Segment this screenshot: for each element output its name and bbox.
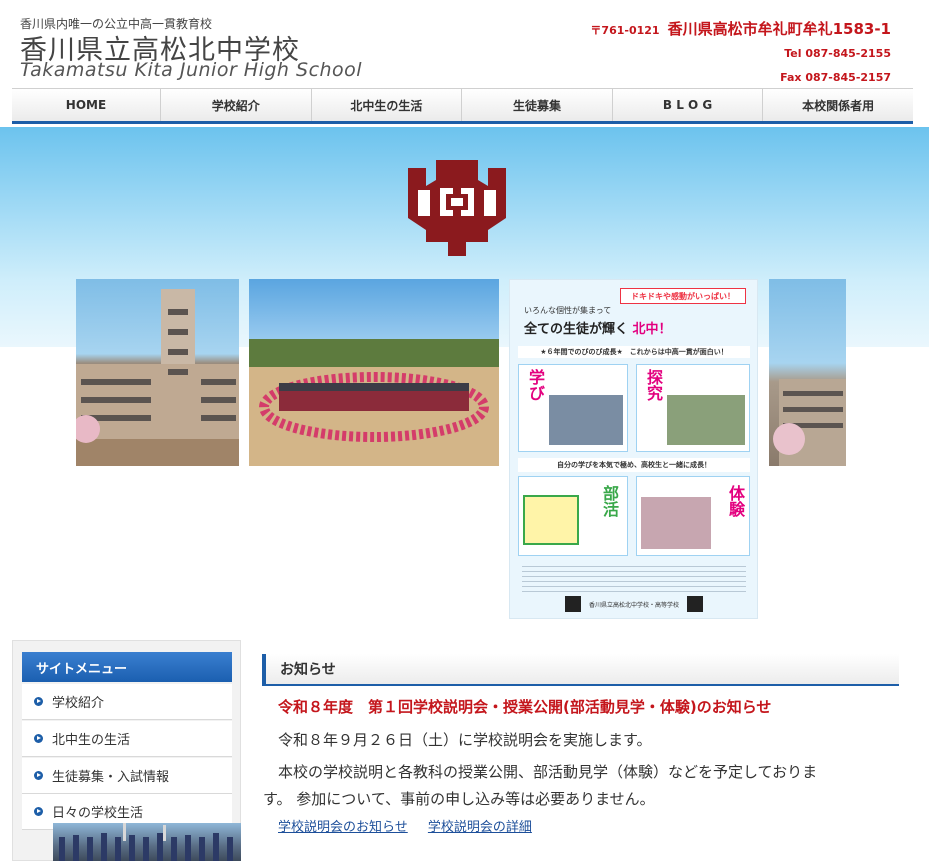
news-body-line1: 令和８年９月２６日（土）に学校説明会を実施します。: [278, 731, 652, 749]
poster-club-list: [523, 495, 579, 545]
poster-headline: 全ての生徒が輝く 北中！: [524, 318, 744, 337]
poster-box-learning: 学び: [518, 364, 628, 452]
daily-life-photo[interactable]: [53, 823, 241, 861]
news-body-line2: 本校の学校説明と各教科の授業公開、部活動見学（体験）などを予定しておりま: [278, 763, 818, 781]
arrow-bullet-icon: [34, 807, 43, 816]
address: 香川県高松市牟礼町牟礼1583-1: [667, 20, 891, 38]
poster-photo-classroom: [549, 395, 623, 445]
poster-word-experience: 体験: [726, 485, 745, 517]
news-body-line3: す。 参加について、事前の申し込み等は必要ありません。: [263, 790, 655, 808]
telephone: Tel 087-845-2155: [784, 47, 891, 60]
briefing-notice-link[interactable]: 学校説明会のお知らせ: [278, 820, 408, 835]
sidebar-item-school-intro[interactable]: 学校紹介: [22, 684, 232, 720]
arrow-bullet-icon: [34, 697, 43, 706]
sidebar-item-admissions[interactable]: 生徒募集・入試情報: [22, 758, 232, 794]
poster-photo-outdoor: [667, 395, 745, 445]
poster-mid-text: 自分の学びを本気で極め、高校生と一緒に成長！: [518, 458, 750, 472]
nav-home[interactable]: HOME: [12, 89, 161, 121]
poster-word-inquiry: 探究: [644, 369, 663, 401]
sports-field-photo: [249, 279, 499, 466]
school-name-english[interactable]: Takamatsu Kita Junior High School: [20, 59, 362, 81]
poster-headline-highlight: 北中！: [632, 322, 672, 337]
poster-word-clubs: 部活: [600, 485, 619, 517]
poster-notes: [522, 562, 746, 592]
arrow-bullet-icon: [34, 734, 43, 743]
site-menu-title: サイトメニュー: [22, 652, 232, 682]
poster-word-learning: 学び: [526, 369, 545, 401]
school-building-side-photo: [769, 279, 846, 466]
news-heading: お知らせ: [262, 654, 899, 686]
sidebar-item-label: 学校紹介: [52, 696, 105, 711]
school-building-photo: [76, 279, 239, 466]
site-header: 香川県内唯一の公立中高一貫教育校 香川県立高松北中学校 Takamatsu Ki…: [0, 0, 929, 88]
qr-code-icon: [564, 596, 581, 612]
qr-code-icon: [687, 596, 703, 612]
postal-code: 〒761-0121: [590, 24, 660, 37]
poster-footer: 香川県立高松北中学校・高等学校: [518, 596, 750, 612]
school-poster[interactable]: ドキドキや感動がいっぱい！ いろんな個性が集まって 全ての生徒が輝く 北中！ ★…: [509, 279, 758, 619]
sidebar-item-student-life[interactable]: 北中生の生活: [22, 721, 232, 757]
poster-subline: ★６年間でのびのび成長★ これからは中高一貫が面白い！: [518, 346, 750, 358]
news-links: 学校説明会のお知らせ 学校説明会の詳細: [278, 816, 548, 835]
sidebar-item-label: 日々の学校生活: [52, 806, 144, 821]
global-nav: HOME 学校紹介 北中生の生活 生徒募集 B L O G 本校関係者用: [12, 88, 913, 124]
news-title: 令和８年度 第１回学校説明会・授業公開(部活動見学・体験)のお知らせ: [278, 698, 772, 716]
nav-staff[interactable]: 本校関係者用: [763, 89, 913, 121]
nav-student-life[interactable]: 北中生の生活: [312, 89, 463, 121]
nav-admissions[interactable]: 生徒募集: [462, 89, 613, 121]
nav-blog[interactable]: B L O G: [613, 89, 764, 121]
arrow-bullet-icon: [34, 771, 43, 780]
poster-headline-pre: 全ての生徒が輝く: [524, 322, 629, 337]
poster-banner: ドキドキや感動がいっぱい！: [620, 288, 746, 304]
sidebar-item-label: 生徒募集・入試情報: [52, 770, 170, 785]
fax: Fax 087-845-2157: [780, 71, 891, 84]
poster-footer-text: 香川県立高松北中学校・高等学校: [588, 601, 679, 609]
address-line: 〒761-0121 香川県高松市牟礼町牟礼1583-1: [590, 18, 891, 39]
briefing-details-link[interactable]: 学校説明会の詳細: [428, 820, 532, 835]
nav-school-intro[interactable]: 学校紹介: [161, 89, 312, 121]
sidebar-item-label: 北中生の生活: [52, 733, 131, 748]
poster-box-experience: 体験: [636, 476, 750, 556]
school-emblem-icon: [408, 160, 506, 256]
poster-photo-dance: [641, 497, 711, 549]
poster-box-clubs: 部活: [518, 476, 628, 556]
poster-box-inquiry: 探究: [636, 364, 750, 452]
poster-line1: いろんな個性が集まって: [524, 306, 612, 315]
